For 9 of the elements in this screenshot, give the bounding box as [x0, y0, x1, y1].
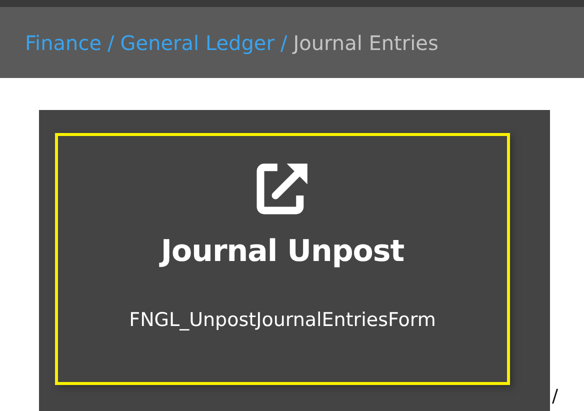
form-name: FNGL_UnpostJournalEntriesForm: [129, 309, 436, 331]
breadcrumb-separator: /: [280, 30, 288, 54]
breadcrumb-current: Journal Entries: [293, 30, 438, 54]
tile-title: Journal Unpost: [160, 234, 404, 269]
breadcrumb-separator: /: [108, 30, 114, 54]
launch-tile[interactable]: Journal Unpost FNGL_UnpostJournalEntriesForm: [55, 133, 510, 385]
slash-mark: /: [552, 386, 558, 407]
breadcrumb-link[interactable]: Finance: [25, 30, 102, 54]
breadcrumb-link[interactable]: General Ledger: [120, 30, 274, 54]
